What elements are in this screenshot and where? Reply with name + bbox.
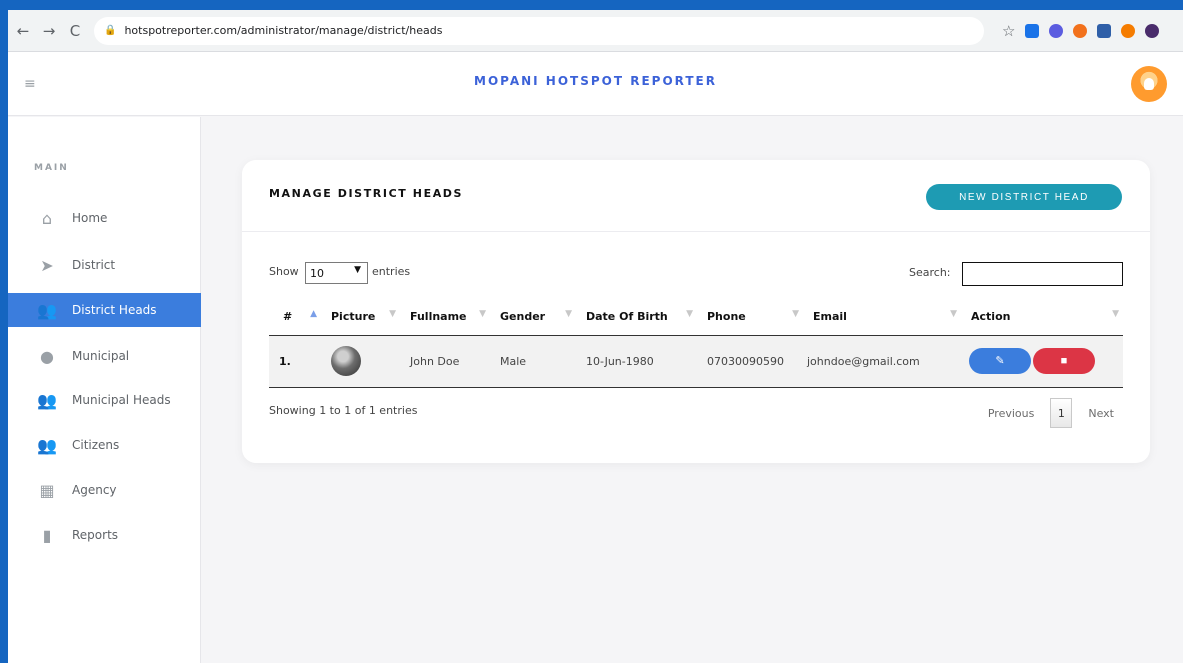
browser-extensions: ☆ — [1002, 22, 1160, 40]
users-icon: 👥 — [37, 435, 57, 455]
app-header: ≡ MOPANI HOTSPOT REPORTER — [8, 52, 1183, 116]
column-header-fullname[interactable]: Fullname ▼ — [400, 298, 490, 336]
district-heads-table: # ▲ Picture ▼ Fullname ▼ Gender ▼ Date Of Bi… — [269, 298, 1123, 388]
edit-icon: ✎ — [995, 355, 1005, 368]
sidebar-item-district-heads[interactable]: 👥 District Heads — [8, 293, 201, 327]
column-header-number[interactable]: # ▲ — [269, 298, 321, 336]
sidebar-item-label: Home — [72, 211, 108, 225]
column-header-dob[interactable]: Date Of Birth ▼ — [576, 298, 697, 336]
previous-page-button[interactable]: Previous — [978, 398, 1045, 428]
sort-icon: ▼ — [565, 309, 572, 319]
avatar[interactable] — [1131, 66, 1167, 102]
star-icon[interactable]: ☆ — [1002, 22, 1015, 40]
sort-icon: ▼ — [950, 309, 957, 319]
search-input[interactable] — [962, 262, 1123, 286]
location-arrow-icon: ➤ — [40, 255, 54, 275]
new-district-head-button[interactable]: NEW DISTRICT HEAD — [926, 184, 1122, 210]
map-marker-icon: ● — [40, 346, 54, 366]
lock-icon: 🔒 — [104, 25, 117, 36]
fullname-cell: John Doe — [400, 335, 490, 388]
table-info: Showing 1 to 1 of 1 entries — [269, 404, 418, 417]
page-1-button[interactable]: 1 — [1050, 398, 1073, 428]
dob-cell: 10-Jun-1980 — [576, 335, 697, 388]
sort-icon: ▼ — [479, 309, 486, 319]
extension-icon[interactable] — [1049, 23, 1064, 38]
pagination: Previous 1 Next — [978, 398, 1124, 428]
page-title: MANAGE DISTRICT HEADS — [269, 187, 464, 200]
sort-icon: ▼ — [389, 309, 396, 319]
sidebar-item-reports[interactable]: ▮ Reports — [8, 518, 201, 552]
row-number: 1. — [269, 335, 321, 388]
gender-cell: Male — [490, 335, 576, 388]
show-label: Show — [269, 265, 299, 278]
home-icon: ⌂ — [41, 208, 53, 228]
users-icon: 👥 — [37, 390, 57, 410]
table-controls: Show 10 ▼ entries Search: — [269, 262, 1123, 286]
sidebar-item-label: Agency — [72, 483, 117, 497]
sidebar-item-label: District — [72, 258, 116, 272]
sort-icon: ▼ — [792, 309, 799, 319]
extension-icon[interactable] — [1121, 23, 1136, 38]
back-icon[interactable]: ← — [12, 20, 34, 42]
column-header-action[interactable]: Action ▼ — [961, 298, 1123, 336]
user-icon — [1144, 78, 1154, 90]
action-cell: ✎ ■ — [961, 335, 1123, 388]
sidebar-item-municipal[interactable]: ● Municipal — [8, 339, 201, 373]
extension-icon[interactable] — [1097, 23, 1112, 38]
sidebar-item-agency[interactable]: ▦ Agency — [8, 473, 201, 507]
browser-window: ← → C 🔒 hotspotreporter.com/administrato… — [8, 10, 1183, 663]
sidebar-item-citizens[interactable]: 👥 Citizens — [8, 428, 201, 462]
column-header-email[interactable]: Email ▼ — [803, 298, 961, 336]
edit-button[interactable]: ✎ — [969, 347, 1031, 374]
forward-icon[interactable]: → — [38, 20, 60, 42]
district-heads-card: MANAGE DISTRICT HEADS NEW DISTRICT HEAD … — [242, 160, 1150, 463]
profile-icon[interactable] — [1145, 23, 1160, 38]
app-title: MOPANI HOTSPOT REPORTER — [474, 74, 717, 88]
file-icon: ▮ — [42, 525, 52, 545]
sidebar-item-district[interactable]: ➤ District — [8, 248, 201, 282]
entries-select-value: 10 — [310, 266, 324, 280]
chevron-down-icon: ▼ — [354, 265, 361, 275]
phone-cell: 07030090590 — [697, 335, 803, 388]
next-page-button[interactable]: Next — [1078, 398, 1124, 428]
sort-icon: ▲ — [310, 309, 317, 319]
sidebar-item-label: District Heads — [72, 303, 157, 317]
entries-select[interactable]: 10 ▼ — [305, 262, 368, 284]
search-label: Search: — [909, 266, 951, 279]
sidebar-item-label: Municipal Heads — [72, 393, 171, 407]
sidebar-item-home[interactable]: ⌂ Home — [8, 201, 201, 235]
address-bar[interactable]: 🔒 hotspotreporter.com/administrator/mana… — [94, 16, 984, 45]
extension-icon[interactable] — [1073, 23, 1088, 38]
browser-toolbar: ← → C 🔒 hotspotreporter.com/administrato… — [8, 10, 1183, 52]
sort-icon: ▼ — [1112, 309, 1119, 319]
sort-icon: ▼ — [686, 309, 693, 319]
sidebar-item-label: Municipal — [72, 349, 130, 363]
sidebar-item-label: Reports — [72, 528, 119, 542]
picture-cell — [321, 335, 400, 388]
sidebar: MAIN ⌂ Home ➤ District 👥 District Heads … — [8, 117, 201, 663]
delete-button[interactable]: ■ — [1033, 348, 1095, 375]
table-header-row: # ▲ Picture ▼ Fullname ▼ Gender ▼ Date Of Bi… — [269, 298, 1123, 336]
column-header-picture[interactable]: Picture ▼ — [321, 298, 400, 336]
trash-icon: ■ — [1060, 355, 1068, 368]
extension-icon[interactable] — [1025, 23, 1040, 38]
url-text: hotspotreporter.com/administrator/manage… — [124, 24, 443, 37]
building-icon: ▦ — [39, 480, 55, 500]
users-icon: 👥 — [37, 300, 57, 320]
card-header: MANAGE DISTRICT HEADS NEW DISTRICT HEAD — [242, 160, 1150, 232]
reload-icon[interactable]: C — [64, 20, 86, 42]
column-header-gender[interactable]: Gender ▼ — [490, 298, 576, 336]
table-row: 1. John Doe Male 10-Jun-1980 07030090590… — [269, 335, 1123, 388]
sidebar-section-label: MAIN — [34, 163, 69, 173]
sidebar-item-label: Citizens — [72, 438, 120, 452]
entries-label: entries — [372, 265, 411, 278]
profile-picture — [331, 346, 361, 376]
sidebar-item-municipal-heads[interactable]: 👥 Municipal Heads — [8, 383, 201, 417]
column-header-phone[interactable]: Phone ▼ — [697, 298, 803, 336]
email-cell: johndoe@gmail.com — [803, 335, 961, 388]
